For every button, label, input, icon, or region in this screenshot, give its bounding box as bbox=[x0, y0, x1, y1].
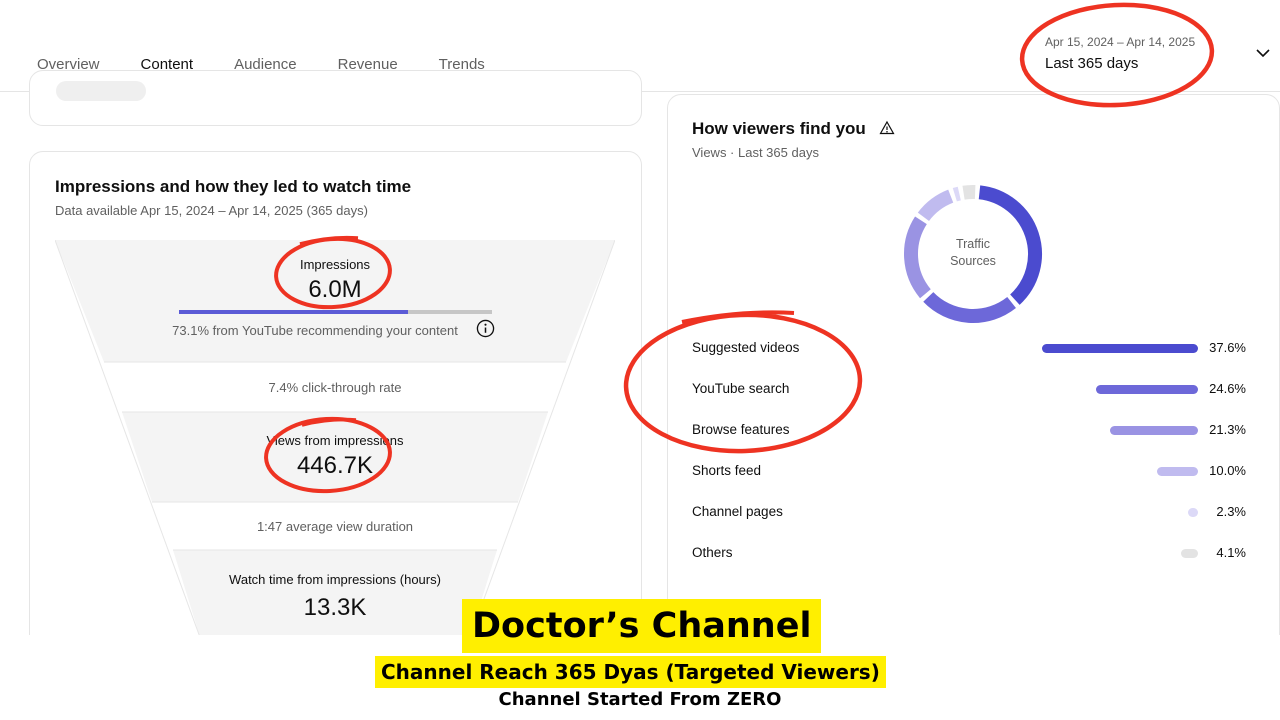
traffic-source-row[interactable]: YouTube search 24.6% bbox=[692, 379, 1252, 401]
traffic-source-percent: 2.3% bbox=[1216, 504, 1246, 519]
impressions-card-title: Impressions and how they led to watch ti… bbox=[55, 177, 412, 196]
traffic-source-percent: 21.3% bbox=[1209, 422, 1246, 437]
traffic-card-title: How viewers find you bbox=[692, 119, 866, 138]
avg-duration-text: 1:47 average view duration bbox=[256, 519, 414, 534]
previous-card bbox=[29, 70, 642, 126]
traffic-source-row[interactable]: Suggested videos 37.6% bbox=[692, 338, 1252, 360]
traffic-source-bar bbox=[1042, 344, 1198, 353]
traffic-source-percent: 10.0% bbox=[1209, 463, 1246, 478]
impressions-card-subtitle: Data available Apr 15, 2024 – Apr 14, 20… bbox=[55, 203, 368, 218]
donut-slice[interactable] bbox=[962, 185, 976, 200]
impressions-label: Impressions bbox=[299, 257, 371, 272]
watch-time-label: Watch time from impressions (hours) bbox=[229, 572, 441, 587]
traffic-source-row[interactable]: Shorts feed 10.0% bbox=[692, 461, 1252, 483]
traffic-source-row[interactable]: Others 4.1% bbox=[692, 543, 1252, 565]
donut-slice[interactable] bbox=[923, 291, 1016, 323]
info-icon[interactable] bbox=[476, 319, 495, 338]
traffic-source-name: Channel pages bbox=[692, 504, 783, 519]
donut-label-line2: Sources bbox=[950, 254, 996, 268]
date-range-picker[interactable]: Apr 15, 2024 – Apr 14, 2025 Last 365 day… bbox=[1045, 35, 1195, 72]
traffic-source-name: Browse features bbox=[692, 422, 790, 437]
donut-label-line1: Traffic bbox=[955, 237, 991, 251]
traffic-source-percent: 24.6% bbox=[1209, 381, 1246, 396]
donut-center-label: Traffic Sources bbox=[898, 236, 1048, 270]
views-label: Views from impressions bbox=[266, 433, 404, 448]
impressions-value: 6.0M bbox=[308, 276, 362, 303]
ctr-text: 7.4% click-through rate bbox=[268, 380, 402, 395]
traffic-source-bar bbox=[1109, 426, 1198, 435]
traffic-source-row[interactable]: Channel pages 2.3% bbox=[692, 502, 1252, 524]
donut-slice[interactable] bbox=[917, 189, 954, 222]
date-range-text: Apr 15, 2024 – Apr 14, 2025 bbox=[1045, 35, 1196, 49]
donut-slice[interactable] bbox=[952, 186, 961, 202]
caption-title: Doctor’s Channel bbox=[462, 599, 822, 653]
chevron-down-icon[interactable] bbox=[1254, 46, 1272, 60]
traffic-source-bar bbox=[1181, 549, 1198, 558]
date-range-label: Last 365 days bbox=[1045, 55, 1139, 72]
caption-tagline: Channel Started From ZERO bbox=[498, 689, 782, 710]
placeholder-pill bbox=[56, 81, 146, 101]
traffic-source-row[interactable]: Browse features 21.3% bbox=[692, 420, 1252, 442]
traffic-source-name: Others bbox=[692, 545, 733, 560]
traffic-sources-card bbox=[667, 94, 1280, 654]
warning-icon[interactable] bbox=[879, 120, 895, 136]
recommendation-text: 73.1% from YouTube recommending your con… bbox=[172, 323, 458, 338]
traffic-source-bar bbox=[1156, 467, 1198, 476]
caption-subtitle: Channel Reach 365 Dyas (Targeted Viewers… bbox=[375, 656, 886, 688]
traffic-source-percent: 37.6% bbox=[1209, 340, 1246, 355]
recommendation-progress bbox=[179, 310, 492, 314]
impressions-funnel: Impressions 6.0M 73.1% from YouTube reco… bbox=[55, 240, 615, 640]
traffic-source-name: Shorts feed bbox=[692, 463, 762, 478]
traffic-source-percent: 4.1% bbox=[1216, 545, 1246, 560]
traffic-card-subtitle: Views · Last 365 days bbox=[692, 145, 819, 160]
traffic-source-bar bbox=[1188, 508, 1198, 517]
traffic-source-name: Suggested videos bbox=[692, 340, 800, 355]
recommendation-progress-fill bbox=[179, 310, 408, 314]
traffic-source-bar bbox=[1095, 385, 1198, 394]
traffic-source-name: YouTube search bbox=[692, 381, 790, 396]
views-value: 446.7K bbox=[296, 452, 374, 479]
